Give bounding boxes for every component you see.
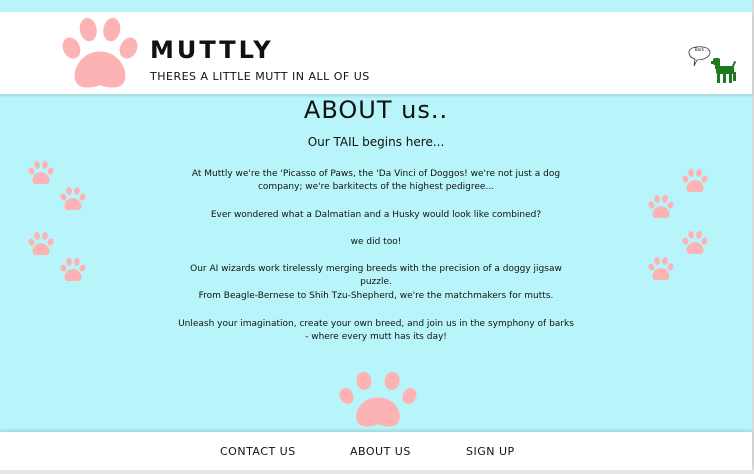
- paw-icon: [681, 230, 709, 255]
- bottom-strip: [0, 470, 754, 474]
- about-subheading: Our TAIL begins here...: [307, 135, 445, 149]
- footer-signup-link[interactable]: SIGN UP: [466, 445, 515, 458]
- footer-contact-link[interactable]: CONTACT US: [220, 445, 296, 458]
- paragraph-question: Ever wondered what a Dalmatian and a Hus…: [210, 210, 542, 220]
- footer-about-link[interactable]: ABOUT US: [350, 445, 411, 458]
- paw-icon: [681, 168, 709, 193]
- paw-icon: [647, 194, 675, 219]
- about-section: ABOUT us.. Our TAIL begins here... At Mu…: [0, 94, 752, 432]
- speech-bubble-text: Bark ...: [694, 47, 710, 52]
- paw-logo-icon: [62, 17, 138, 88]
- paw-icon: [59, 186, 87, 211]
- footer-nav: CONTACT US ABOUT US SIGN UP: [0, 432, 752, 470]
- brand-title: MUTTLY: [150, 36, 274, 64]
- paw-icon: [59, 257, 87, 282]
- paragraph-we-did: we did too!: [350, 237, 402, 247]
- paw-icon: [27, 160, 55, 185]
- paragraph-intro: At Muttly we're the 'Picasso of Paws, th…: [191, 169, 561, 192]
- paragraph-ai: Our AI wizards work tirelessly merging b…: [190, 264, 562, 287]
- header: MUTTLY THERES A LITTLE MUTT IN ALL OF US…: [0, 12, 752, 94]
- about-heading: ABOUT us..: [303, 96, 449, 124]
- paragraph-cta: Unleash your imagination, create your ow…: [178, 319, 574, 342]
- paw-bottom-icon: [339, 371, 417, 427]
- dog-icon: [711, 58, 737, 83]
- paw-icon: [27, 231, 55, 256]
- page-frame: MUTTLY THERES A LITTLE MUTT IN ALL OF US…: [0, 0, 754, 474]
- brand-tagline: THERES A LITTLE MUTT IN ALL OF US: [150, 70, 370, 83]
- paw-icon: [647, 256, 675, 281]
- paragraph-matchmakers: From Beagle-Bernese to Shih Tzu-Shepherd…: [198, 291, 554, 301]
